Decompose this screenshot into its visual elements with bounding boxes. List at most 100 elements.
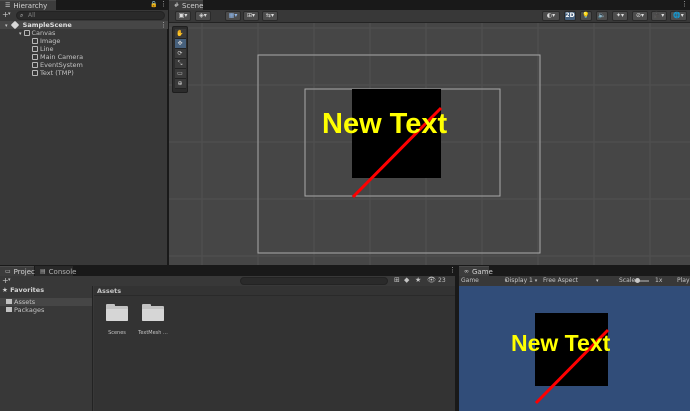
move-tool-icon[interactable]: ✥ [174,39,186,49]
scale-value: 1x [655,277,663,284]
folder-icon: ▭ [5,267,11,275]
search-by-label-icon[interactable]: ◆ [404,276,409,284]
slider-thumb[interactable] [635,278,640,283]
lock-icon[interactable]: 🔒 [150,1,157,8]
console-icon: ▤ [40,267,46,275]
hierarchy-item-label: Main Camera [40,53,84,61]
scale-slider[interactable] [635,278,649,283]
folder-label: Scenes [108,330,126,336]
gameobject-cube-icon [32,46,38,52]
hierarchy-toolbar: + ▾ ⌕ All [0,10,168,21]
scene-viewport[interactable]: New Text ✋ ✥ ⟳ ⤡ ▭ ⊕ [169,23,690,265]
tab-scene[interactable]: # Scene [169,0,203,10]
hierarchy-item[interactable]: Main Camera [0,53,168,61]
favorites-star-icon: ★ [2,286,8,294]
scene-options-icon[interactable]: ⋮ [160,21,167,29]
rotate-tool-icon[interactable]: ⟳ [174,49,186,59]
hierarchy-scene-row[interactable]: ▾ SampleScene [0,20,168,30]
breadcrumb: Assets [94,286,455,296]
audio-toggle-button[interactable]: 🔈 [596,11,608,21]
gameobject-cube-icon [32,54,38,60]
favorites-row[interactable]: ★ Favorites [2,286,92,295]
tab-hierarchy-label: Hierarchy [13,1,48,10]
search-input[interactable]: ⌕ All [16,11,165,20]
hierarchy-item-label: Text (TMP) [40,69,74,77]
tab-console-label: Console [48,267,77,276]
gizmos-button[interactable]: 🌐▾ [670,11,687,21]
grid-icon: # [174,1,180,9]
aspect-dropdown[interactable]: Free Aspect ▾ [543,276,598,286]
lighting-toggle-button[interactable]: 💡 [580,11,592,21]
game-new-text: New Text [511,330,611,356]
scene-panel: # Scene ⋮ ▣▾ ◈▾ ▦▾ ⊞▾ ⇆▾ ◐▾ 2D 💡 🔈 ✦▾ ⊘▾… [169,0,690,265]
snap-increment-button[interactable]: ⊞▾ [243,11,259,21]
tab-scene-label: Scene [182,1,204,10]
rect-tool-icon[interactable]: ▭ [174,69,186,79]
chevron-down-icon: ▾ [534,278,538,284]
hierarchy-item-label: Image [40,37,61,45]
hierarchy-item[interactable]: EventSystem [0,61,168,69]
project-search-input[interactable] [240,277,388,285]
chevron-down-icon[interactable]: ▾ [8,11,11,17]
project-tree: ★ Favorites Assets Packages [0,286,93,411]
search-by-type-icon[interactable]: ⊞ [394,276,400,284]
more-options-icon[interactable]: ⋮ [449,266,456,274]
grid-snap-button[interactable]: ▦▾ [225,11,241,21]
tree-item-packages[interactable]: Packages [0,306,92,314]
display-dropdown[interactable]: Display 1 ▾ [505,276,537,286]
play-mode-label[interactable]: Play [677,276,690,286]
hierarchy-item-label: EventSystem [40,61,83,69]
snap-settings-button[interactable]: ⇆▾ [262,11,278,21]
tree-item-label: Assets [14,298,36,306]
hierarchy-item-label: Line [40,45,54,53]
folder-tile[interactable]: Scenes [101,304,133,338]
game-mode-dropdown[interactable]: Game ▾ [461,276,507,286]
effects-button[interactable]: ✦▾ [612,11,628,21]
display-label: Display 1 [505,277,533,284]
unity-scene-icon [10,20,19,30]
more-options-icon[interactable]: ⋮ [160,0,167,8]
game-mode-label: Game [461,277,479,284]
scale-tool-icon[interactable]: ⤡ [174,59,186,69]
hierarchy-item[interactable]: ▾ Canvas [0,29,168,37]
hand-tool-icon[interactable]: ✋ [174,29,186,39]
tool-handle-button[interactable]: ▣▾ [175,11,191,21]
tab-hierarchy[interactable]: ☰ Hierarchy [0,0,56,10]
scene-tabstrip [169,0,690,10]
camera-settings-button[interactable]: 🎥▾ [651,11,667,21]
draw-mode-button[interactable]: ◐▾ [542,11,560,21]
scene-new-text[interactable]: New Text [322,108,447,140]
tab-project[interactable]: ▭ Project [0,266,38,276]
list-icon: ☰ [5,1,11,9]
gameobject-cube-icon [32,70,38,76]
breadcrumb-assets[interactable]: Assets [97,287,121,295]
scene-tools-overlay: ✋ ✥ ⟳ ⤡ ▭ ⊕ [172,26,188,93]
folder-icon [142,304,164,321]
gameobject-cube-icon [23,30,30,36]
search-icon: ⌕ [20,12,24,19]
assets-content: Assets Scenes TextMesh ... [94,286,455,411]
gameobject-cube-icon [32,38,38,44]
tab-console[interactable]: ▤ Console [35,266,76,276]
scale-label: Scale [619,277,636,284]
folder-label: TextMesh ... [138,330,168,336]
favorite-search-icon[interactable]: ★ [415,276,421,284]
folder-icon [6,299,12,304]
tree-item-assets[interactable]: Assets [0,298,92,306]
hierarchy-item[interactable]: Text (TMP) [0,69,168,77]
hierarchy-item[interactable]: Image [0,37,168,45]
hierarchy-item[interactable]: Line [0,45,168,53]
transform-tool-icon[interactable]: ⊕ [174,79,186,89]
hidden-objects-button[interactable]: ⊘▾ [632,11,648,21]
more-options-icon[interactable]: ⋮ [681,0,688,8]
game-viewport[interactable]: New Text [459,286,690,411]
tab-game-label: Game [472,267,493,276]
project-panel: ▭ Project ▤ Console ⋮ + ▾ ⊞ ◆ ★ 👁 23 ★ F… [0,266,457,411]
hidden-packages-icon[interactable]: 👁 [427,276,436,284]
toggle-2d-button[interactable]: 2D [564,11,576,21]
project-toolbar: + ▾ ⊞ ◆ ★ 👁 23 [0,276,455,286]
tab-game[interactable]: ∞ Game [459,266,493,276]
folder-tile[interactable]: TextMesh ... [137,304,169,338]
chevron-down-icon[interactable]: ▾ [8,277,11,283]
pivot-button[interactable]: ◈▾ [195,11,211,21]
